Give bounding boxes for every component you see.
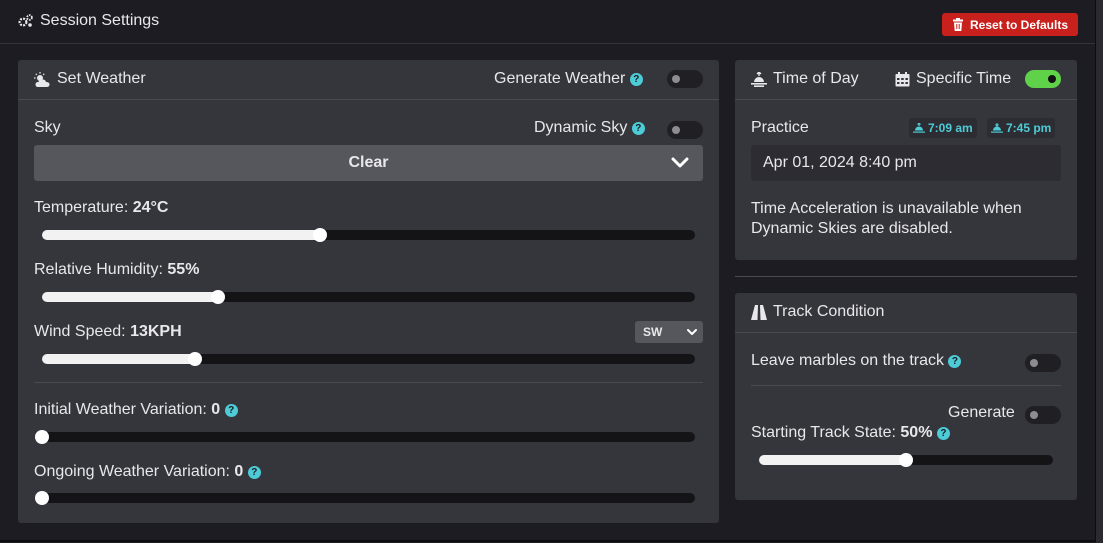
specific-time-label-text: Specific Time bbox=[916, 70, 1012, 87]
reset-defaults-label: Reset to Defaults bbox=[969, 17, 1069, 32]
weather-title-text: Set Weather bbox=[57, 70, 146, 87]
time-of-day-title: Time of Day bbox=[751, 70, 859, 88]
initial-variation-slider-thumb[interactable] bbox=[35, 430, 49, 444]
temperature-label: Temperature: 24°C bbox=[34, 199, 169, 216]
sky-label: Sky bbox=[34, 119, 61, 136]
session-name: Practice bbox=[751, 119, 809, 136]
session-settings-window: Session Settings Reset to Defaults Set W… bbox=[0, 0, 1097, 542]
track-divider bbox=[751, 385, 1061, 386]
generate-track-label: Generate bbox=[948, 404, 1015, 421]
sunset-time: 7:45 pm bbox=[1006, 121, 1052, 135]
dynamic-sky-toggle[interactable] bbox=[667, 121, 703, 139]
track-condition-title: Track Condition bbox=[751, 303, 884, 321]
gears-icon bbox=[18, 14, 33, 27]
marbles-toggle[interactable] bbox=[1025, 354, 1061, 372]
wind-direction-select[interactable]: SW bbox=[635, 321, 703, 343]
time-of-day-header: Time of Day Specific Time bbox=[735, 60, 1077, 100]
weather-panel-header: Set Weather Generate Weather ? bbox=[18, 60, 719, 100]
right-column-divider bbox=[735, 276, 1077, 277]
calendar-icon bbox=[895, 71, 910, 86]
sunrise-icon bbox=[751, 71, 767, 87]
road-icon bbox=[751, 304, 767, 320]
humidity-value: 55% bbox=[167, 261, 200, 278]
track-state-slider[interactable] bbox=[759, 453, 1053, 467]
header: Session Settings Reset to Defaults bbox=[0, 0, 1095, 44]
track-condition-header: Track Condition bbox=[735, 293, 1077, 333]
weather-panel: Set Weather Generate Weather ? Sky Dynam… bbox=[18, 60, 719, 523]
ongoing-variation-slider[interactable] bbox=[35, 491, 695, 505]
page-title: Session Settings bbox=[18, 12, 159, 30]
weather-divider bbox=[34, 382, 703, 383]
humidity-slider-fill bbox=[42, 292, 218, 302]
initial-variation-value: 0 bbox=[211, 401, 221, 418]
sunrise-time: 7:09 am bbox=[928, 121, 973, 135]
marbles-help-icon[interactable]: ? bbox=[948, 355, 962, 368]
temperature-slider-fill bbox=[42, 230, 320, 240]
temperature-slider[interactable] bbox=[42, 228, 695, 242]
initial-variation-label: Initial Weather Variation: 0 ? bbox=[34, 401, 238, 419]
temperature-slider-thumb[interactable] bbox=[313, 228, 327, 242]
temperature-value: 24°C bbox=[132, 199, 169, 216]
time-of-day-panel: Time of Day Specific Time Practice 7:09 … bbox=[735, 60, 1077, 260]
dynamic-sky-help-icon[interactable]: ? bbox=[631, 122, 645, 135]
generate-weather-label: Generate Weather ? bbox=[494, 70, 643, 88]
generate-weather-toggle[interactable] bbox=[667, 70, 703, 88]
sunset-small-icon bbox=[991, 122, 1003, 133]
time-of-day-title-text: Time of Day bbox=[773, 70, 859, 87]
specific-time-toggle[interactable] bbox=[1025, 70, 1061, 88]
ongoing-variation-value: 0 bbox=[234, 463, 244, 480]
generate-track-toggle[interactable] bbox=[1025, 406, 1061, 424]
time-acceleration-note: Time Acceleration is unavailable when Dy… bbox=[751, 200, 1022, 237]
ongoing-variation-label: Ongoing Weather Variation: 0 ? bbox=[34, 463, 261, 481]
sky-dropdown[interactable]: Clear bbox=[34, 145, 703, 181]
scrollbar[interactable] bbox=[1096, 0, 1103, 543]
sky-dropdown-value: Clear bbox=[348, 154, 389, 171]
wind-speed-slider-thumb[interactable] bbox=[188, 352, 202, 366]
sunrise-chip: 7:09 am bbox=[909, 118, 977, 138]
ongoing-variation-slider-thumb[interactable] bbox=[35, 491, 49, 505]
track-state-value: 50% bbox=[900, 424, 933, 441]
reset-defaults-button[interactable]: Reset to Defaults bbox=[942, 13, 1078, 36]
humidity-label: Relative Humidity: 55% bbox=[34, 261, 200, 278]
humidity-slider[interactable] bbox=[42, 290, 695, 304]
initial-variation-slider[interactable] bbox=[35, 430, 695, 444]
track-state-label: Starting Track State: 50% ? bbox=[751, 424, 950, 442]
chevron-down-icon bbox=[687, 329, 697, 335]
ongoing-variation-help-icon[interactable]: ? bbox=[247, 466, 261, 479]
sun-cloud-icon bbox=[34, 71, 50, 87]
datetime-input[interactable]: Apr 01, 2024 8:40 pm bbox=[751, 145, 1061, 181]
wind-direction-value: SW bbox=[643, 325, 663, 339]
track-condition-title-text: Track Condition bbox=[773, 303, 885, 320]
page-title-text: Session Settings bbox=[40, 12, 160, 29]
trash-icon bbox=[952, 18, 963, 31]
generate-weather-help-icon[interactable]: ? bbox=[629, 73, 643, 86]
dynamic-sky-label: Dynamic Sky ? bbox=[534, 119, 645, 137]
marbles-label: Leave marbles on the track ? bbox=[751, 352, 962, 370]
chevron-down-icon bbox=[671, 157, 689, 168]
initial-variation-help-icon[interactable]: ? bbox=[224, 404, 238, 417]
sunset-chip: 7:45 pm bbox=[987, 118, 1056, 138]
track-condition-panel: Track Condition Leave marbles on the tra… bbox=[735, 293, 1077, 500]
humidity-slider-thumb[interactable] bbox=[211, 290, 225, 304]
wind-speed-value: 13KPH bbox=[130, 323, 182, 340]
wind-speed-slider[interactable] bbox=[42, 352, 695, 366]
track-state-slider-fill bbox=[759, 455, 906, 465]
datetime-value: Apr 01, 2024 8:40 pm bbox=[763, 154, 917, 171]
weather-title: Set Weather bbox=[34, 70, 146, 88]
track-state-help-icon[interactable]: ? bbox=[936, 427, 950, 440]
wind-speed-label: Wind Speed: 13KPH bbox=[34, 323, 182, 340]
wind-speed-slider-fill bbox=[42, 354, 195, 364]
sunrise-small-icon bbox=[913, 122, 925, 133]
specific-time-label: Specific Time bbox=[895, 70, 1011, 88]
track-state-slider-thumb[interactable] bbox=[899, 453, 913, 467]
